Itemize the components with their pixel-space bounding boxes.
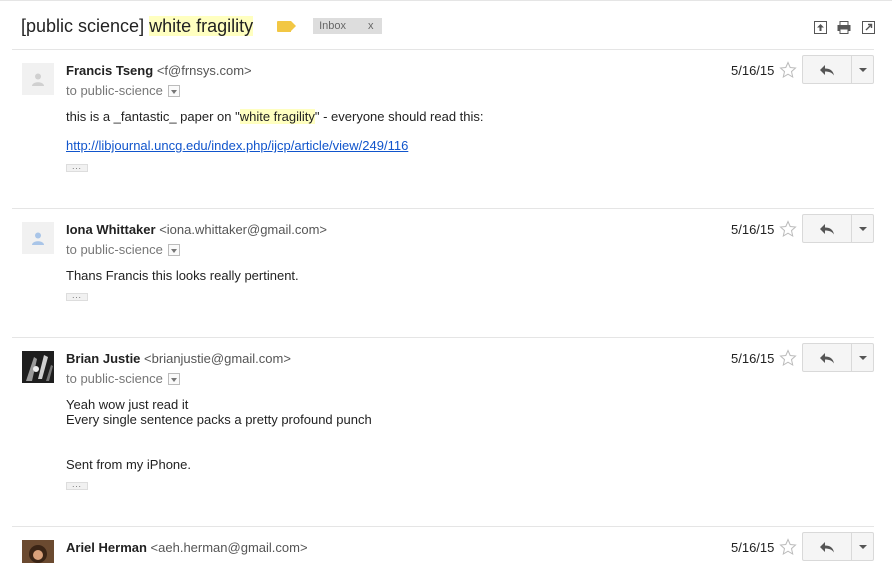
chevron-down-icon: [858, 67, 867, 72]
recipients-text: to public-science: [66, 242, 163, 257]
inbox-label-text: Inbox: [319, 20, 347, 32]
recipients: to public-science: [66, 83, 180, 98]
star-outline-icon[interactable]: [779, 220, 797, 238]
profile-photo: [22, 351, 54, 383]
avatar[interactable]: [22, 222, 54, 254]
sender-name[interactable]: Brian Justie: [66, 351, 140, 366]
paper-link[interactable]: http://libjournal.uncg.edu/index.php/ijc…: [66, 138, 408, 153]
body-highlight: white fragility: [239, 109, 315, 124]
chevron-down-icon: [858, 355, 867, 360]
star-outline-icon[interactable]: [779, 349, 797, 367]
star-outline-icon[interactable]: [779, 61, 797, 79]
message-body-line: Yeah wow just read it: [66, 397, 189, 412]
recipient-details-dropdown-icon[interactable]: [167, 84, 180, 97]
recipient-details-dropdown-icon[interactable]: [167, 372, 180, 385]
reply-button[interactable]: [802, 55, 852, 84]
recipients: to public-science: [66, 242, 180, 257]
message-body-link-line: http://libjournal.uncg.edu/index.php/ijc…: [66, 138, 408, 153]
star-outline-icon[interactable]: [779, 538, 797, 556]
profile-photo: [22, 540, 54, 563]
reply-button[interactable]: [802, 214, 852, 243]
show-trimmed-content-button[interactable]: ...: [66, 481, 88, 490]
show-trimmed-content-button[interactable]: ...: [66, 292, 88, 301]
message-signature: Sent from my iPhone.: [66, 457, 191, 472]
remove-label-button[interactable]: x: [368, 18, 374, 34]
inbox-label-chip[interactable]: Inbox x: [313, 18, 382, 34]
message-date: 5/16/15: [731, 63, 775, 78]
sender: Brian Justie <brianjustie@gmail.com>: [66, 351, 291, 366]
message-date: 5/16/15: [731, 540, 775, 555]
sender-email: <aeh.herman@gmail.com>: [150, 540, 308, 555]
message-date: 5/16/15: [731, 222, 775, 237]
recipients: to public-science: [66, 371, 180, 386]
reply-arrow-icon: [820, 64, 834, 75]
top-border: [0, 0, 892, 4]
sender-name[interactable]: Iona Whittaker: [66, 222, 156, 237]
chevron-down-icon: [858, 226, 867, 231]
body-text: this is a _fantastic_ paper on ": [66, 109, 240, 124]
sender: Francis Tseng <f@frnsys.com>: [66, 63, 252, 78]
show-trimmed-content-button[interactable]: ...: [66, 163, 88, 172]
recipients-text: to public-science: [66, 83, 163, 98]
reply-button[interactable]: [802, 343, 852, 372]
body-text: " - everyone should read this:: [314, 109, 484, 124]
divider: [12, 526, 874, 527]
person-silhouette-icon: [32, 232, 44, 245]
sender-name[interactable]: Ariel Herman: [66, 540, 147, 555]
more-actions-button[interactable]: [851, 55, 874, 84]
sender-email: <brianjustie@gmail.com>: [144, 351, 291, 366]
archive-icon[interactable]: [813, 20, 827, 34]
new-window-icon[interactable]: [861, 20, 875, 34]
print-icon[interactable]: [837, 20, 851, 34]
divider: [12, 208, 874, 209]
message-date: 5/16/15: [731, 351, 775, 366]
sender-email: <f@frnsys.com>: [156, 63, 252, 78]
avatar[interactable]: [22, 63, 54, 95]
message-body-line: Thans Francis this looks really pertinen…: [66, 268, 299, 283]
recipients-text: to public-science: [66, 371, 163, 386]
reply-arrow-icon: [820, 352, 834, 363]
message-body-line: this is a _fantastic_ paper on "white fr…: [66, 109, 484, 124]
thread-subject-row: [public science] white fragility Inbox x: [21, 13, 382, 39]
avatar[interactable]: [22, 351, 54, 383]
sender-email: <iona.whittaker@gmail.com>: [159, 222, 328, 237]
message-body-line: Every single sentence packs a pretty pro…: [66, 412, 372, 427]
divider: [12, 49, 874, 50]
avatar[interactable]: [22, 540, 54, 563]
reply-arrow-icon: [820, 541, 834, 552]
subject-highlight: white fragility: [149, 15, 254, 36]
sender-name[interactable]: Francis Tseng: [66, 63, 153, 78]
more-actions-button[interactable]: [851, 343, 874, 372]
reply-arrow-icon: [820, 223, 834, 234]
more-actions-button[interactable]: [851, 214, 874, 243]
important-marker-icon[interactable]: [277, 20, 297, 32]
divider: [12, 337, 874, 338]
more-actions-button[interactable]: [851, 532, 874, 561]
subject-prefix: [public science]: [21, 15, 150, 36]
thread-actions: [813, 20, 875, 34]
recipient-details-dropdown-icon[interactable]: [167, 243, 180, 256]
chevron-down-icon: [858, 544, 867, 549]
thread-subject: [public science] white fragility: [21, 15, 254, 37]
sender: Iona Whittaker <iona.whittaker@gmail.com…: [66, 222, 327, 237]
person-silhouette-icon: [32, 73, 44, 86]
reply-button[interactable]: [802, 532, 852, 561]
sender: Ariel Herman <aeh.herman@gmail.com>: [66, 540, 308, 555]
